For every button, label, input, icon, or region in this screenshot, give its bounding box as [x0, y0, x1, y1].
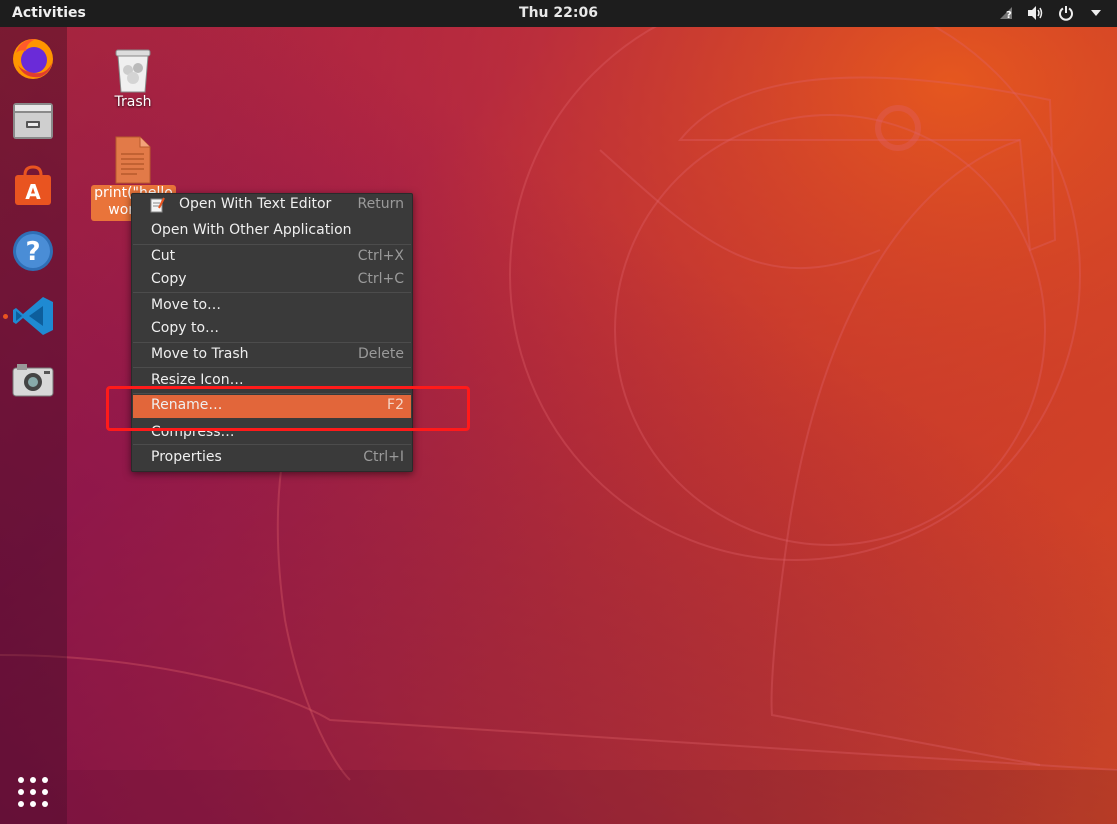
menu-item-properties[interactable]: Properties Ctrl+I [133, 447, 411, 470]
menu-separator [133, 342, 411, 343]
svg-text:A: A [25, 180, 41, 204]
menu-separator [133, 292, 411, 293]
help-icon[interactable]: ? [8, 226, 58, 276]
menu-item-cut[interactable]: Cut Ctrl+X [133, 246, 411, 269]
power-icon[interactable] [1055, 3, 1077, 23]
network-question-icon[interactable]: ? [995, 3, 1017, 23]
software-icon[interactable]: A [8, 160, 58, 210]
menu-item-open-with-other-application[interactable]: Open With Other Application [133, 220, 411, 243]
text-editor-icon [150, 197, 165, 217]
trash-label: Trash [114, 94, 152, 110]
rename-highlight-box [106, 386, 470, 431]
dock: A ? [0, 27, 67, 824]
menu-separator [133, 444, 411, 445]
files-icon[interactable] [8, 96, 58, 146]
menu-item-move-to-trash[interactable]: Move to Trash Delete [133, 344, 411, 367]
svg-text:?: ? [25, 237, 40, 267]
clock[interactable]: Thu 22:06 [519, 5, 598, 21]
system-tray[interactable]: ? [995, 3, 1107, 23]
vscode-icon[interactable] [8, 291, 58, 341]
trash-icon [98, 46, 168, 98]
activities-button[interactable]: Activities [12, 5, 86, 21]
dropdown-arrow-icon[interactable] [1085, 3, 1107, 23]
firefox-icon[interactable] [8, 33, 58, 83]
menu-item-open-with-text-editor[interactable]: Open With Text Editor Return [133, 194, 411, 217]
top-bar: Activities Thu 22:06 ? [0, 0, 1117, 27]
trash-desktop-icon[interactable]: Trash [98, 46, 168, 110]
text-file-icon[interactable] [112, 136, 154, 188]
bottom-panel [67, 770, 1117, 824]
menu-item-copy-to[interactable]: Copy to… [133, 318, 411, 341]
menu-separator [133, 244, 411, 245]
apps-grid-icon[interactable] [8, 767, 58, 817]
menu-separator [133, 367, 411, 368]
menu-item-move-to[interactable]: Move to… [133, 295, 411, 318]
svg-text:?: ? [1006, 10, 1012, 21]
menu-item-copy[interactable]: Copy Ctrl+C [133, 269, 411, 292]
screenshot-camera-icon[interactable] [8, 355, 58, 405]
volume-icon[interactable] [1025, 3, 1047, 23]
